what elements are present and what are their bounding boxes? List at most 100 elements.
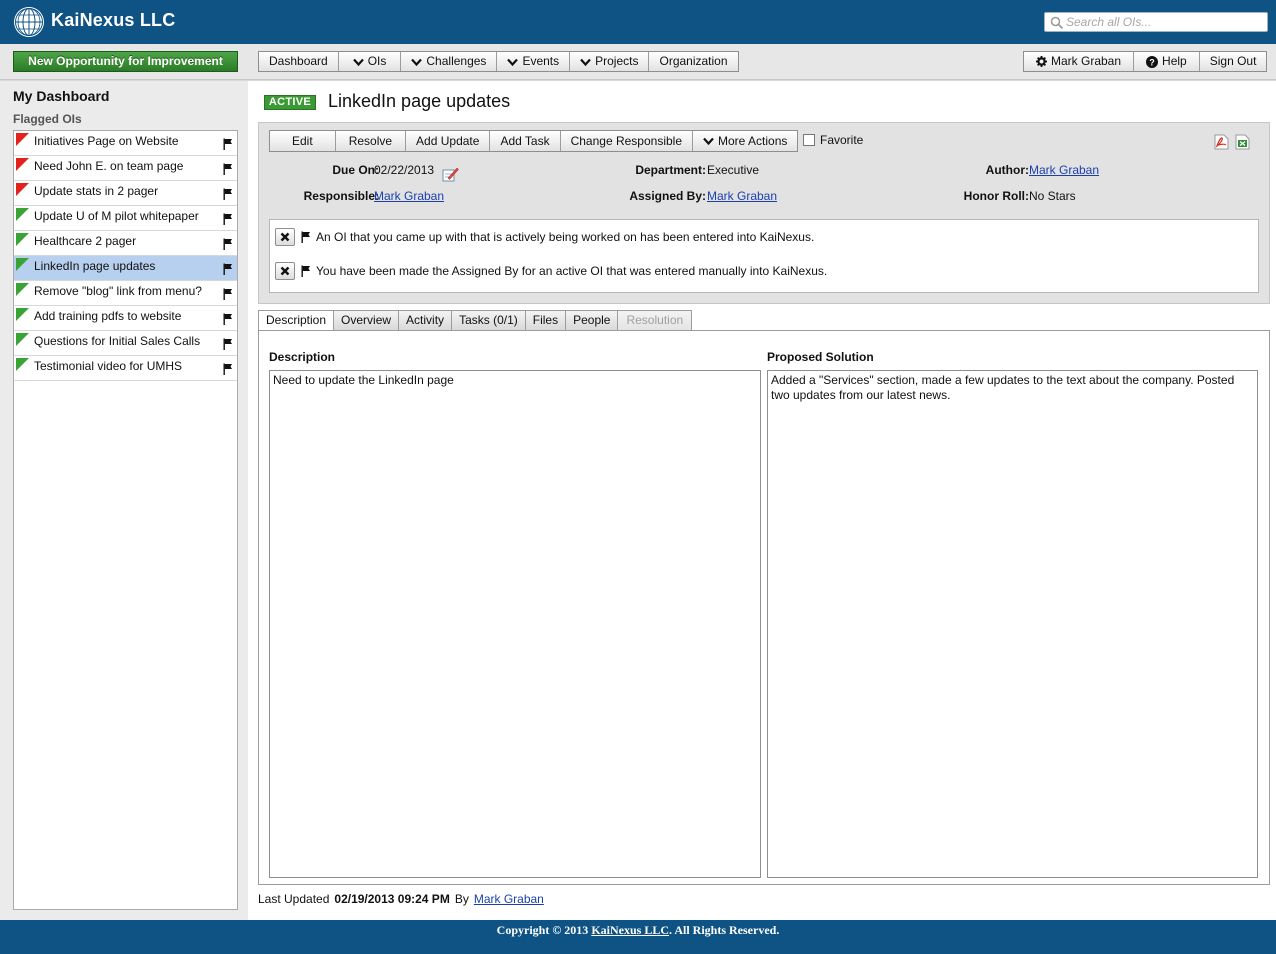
flag-icon[interactable]	[223, 263, 233, 275]
nav-bar: New Opportunity for Improvement Dashboar…	[0, 44, 1276, 80]
nav-dashboard[interactable]: Dashboard	[259, 52, 339, 71]
flagged-oi-item[interactable]: Update stats in 2 pager	[14, 181, 237, 206]
help-label: Help	[1162, 54, 1187, 68]
main-nav: Dashboard OIs Challenges Events Projects…	[258, 51, 739, 72]
updated-by-link[interactable]: Mark Graban	[474, 892, 544, 906]
tab-resolution: Resolution	[618, 310, 693, 331]
flagged-oi-item[interactable]: Testimonial video for UMHS	[14, 356, 237, 381]
tab-overview[interactable]: Overview	[334, 310, 400, 331]
oi-detail: ACTIVE LinkedIn page updates Edit Resolv…	[248, 81, 1276, 920]
nav-projects[interactable]: Projects	[570, 52, 650, 71]
detail-tabs: Description Overview Activity Tasks (0/1…	[258, 310, 693, 332]
honor-roll-label: Honor Roll:	[963, 189, 1029, 203]
flag-icon[interactable]	[223, 163, 233, 175]
dismiss-notification-button[interactable]	[275, 228, 295, 246]
flagged-oi-label: Need John E. on team page	[34, 159, 184, 173]
last-updated-timestamp: 02/19/2013 09:24 PM	[334, 892, 450, 906]
favorite-checkbox[interactable]	[803, 134, 815, 146]
flag-icon[interactable]	[223, 313, 233, 325]
edit-button[interactable]: Edit	[270, 131, 336, 151]
tab-activity[interactable]: Activity	[399, 310, 453, 331]
help-button[interactable]: ? Help	[1134, 52, 1200, 71]
flagged-oi-item[interactable]: Need John E. on team page	[14, 156, 237, 181]
copyright-text: Copyright © 2013	[496, 923, 589, 937]
flagged-oi-item[interactable]: Remove "blog" link from menu?	[14, 281, 237, 306]
brand-name: KaiNexus LLC	[51, 10, 176, 30]
chevron-down-icon	[580, 58, 591, 66]
flag-icon[interactable]	[223, 213, 233, 225]
new-oi-button[interactable]: New Opportunity for Improvement	[13, 51, 238, 72]
flagged-oi-item[interactable]: Initiatives Page on Website	[14, 131, 237, 156]
nav-ois[interactable]: OIs	[339, 52, 402, 71]
flagged-oi-item[interactable]: Add training pdfs to website	[14, 306, 237, 331]
flag-icon[interactable]	[223, 188, 233, 200]
add-task-button[interactable]: Add Task	[490, 131, 561, 151]
more-actions-button[interactable]: More Actions	[693, 131, 797, 151]
help-icon: ?	[1146, 55, 1159, 68]
flagged-oi-label: Healthcare 2 pager	[34, 234, 137, 248]
excel-export-icon[interactable]	[1235, 134, 1250, 150]
resolve-button[interactable]: Resolve	[336, 131, 407, 151]
user-name-label: Mark Graban	[1051, 54, 1122, 68]
add-update-button[interactable]: Add Update	[406, 131, 491, 151]
dismiss-notification-button[interactable]	[275, 262, 295, 280]
flag-icon[interactable]	[223, 138, 233, 150]
flagged-oi-item[interactable]: Questions for Initial Sales Calls	[14, 331, 237, 356]
add-update-label: Add Update	[416, 134, 480, 148]
flagged-oi-label: Add training pdfs to website	[34, 309, 182, 323]
tab-files[interactable]: Files	[525, 310, 567, 331]
status-green-icon	[16, 208, 29, 221]
svg-text:?: ?	[1149, 57, 1155, 67]
notification-item: An OI that you came up with that is acti…	[275, 226, 814, 248]
sidebar-subtitle: Flagged OIs	[13, 112, 82, 126]
assigned-by-link[interactable]: Mark Graban	[707, 189, 777, 203]
tab-tasks[interactable]: Tasks (0/1)	[452, 310, 526, 331]
responsible-label: Responsible:	[303, 189, 379, 203]
flagged-oi-label: Testimonial video for UMHS	[34, 359, 183, 373]
status-red-icon	[16, 133, 29, 146]
flag-icon[interactable]	[223, 338, 233, 350]
user-menu-button[interactable]: Mark Graban	[1024, 52, 1135, 71]
flag-icon[interactable]	[223, 363, 233, 375]
pdf-export-icon[interactable]	[1214, 134, 1229, 150]
tab-description[interactable]: Description	[258, 310, 335, 332]
author-label: Author:	[985, 163, 1029, 177]
search-box[interactable]	[1044, 12, 1268, 32]
responsible-link[interactable]: Mark Graban	[374, 189, 444, 203]
oi-summary-panel: Edit Resolve Add Update Add Task Change …	[258, 122, 1270, 304]
nav-events[interactable]: Events	[497, 52, 571, 71]
author-link[interactable]: Mark Graban	[1029, 163, 1099, 177]
chevron-down-icon	[507, 58, 519, 66]
company-link[interactable]: KaiNexus LLC	[591, 923, 669, 937]
description-heading: Description	[269, 350, 336, 364]
edit-date-icon[interactable]	[442, 166, 459, 182]
status-red-icon	[16, 183, 29, 196]
sign-out-button[interactable]: Sign Out	[1200, 52, 1267, 71]
search-input[interactable]	[1066, 14, 1264, 30]
status-green-icon	[16, 283, 29, 296]
change-responsible-button[interactable]: Change Responsible	[561, 131, 694, 151]
flagged-oi-item[interactable]: Update U of M pilot whitepaper	[14, 206, 237, 231]
honor-roll-value: No Stars	[1029, 189, 1076, 203]
notification-item: You have been made the Assigned By for a…	[275, 260, 827, 282]
flag-icon[interactable]	[223, 288, 233, 300]
flag-icon[interactable]	[223, 238, 233, 250]
department-value: Executive	[707, 163, 760, 177]
favorite-toggle[interactable]: Favorite	[803, 133, 863, 147]
department-label: Department:	[635, 163, 706, 177]
tab-people[interactable]: People	[566, 310, 619, 331]
nav-organization[interactable]: Organization	[649, 52, 737, 71]
nav-projects-label: Projects	[595, 54, 639, 68]
proposed-solution-heading: Proposed Solution	[767, 350, 874, 364]
flagged-oi-label: Initiatives Page on Website	[34, 134, 179, 148]
assigned-by-label: Assigned By:	[629, 189, 706, 203]
notification-text: You have been made the Assigned By for a…	[316, 264, 828, 278]
close-icon	[280, 232, 290, 242]
flagged-oi-item[interactable]: LinkedIn page updates	[14, 256, 237, 281]
nav-challenges[interactable]: Challenges	[401, 52, 498, 71]
status-badge: ACTIVE	[264, 95, 316, 110]
flagged-oi-item[interactable]: Healthcare 2 pager	[14, 231, 237, 256]
copyright-suffix: . All Rights Reserved.	[669, 923, 780, 937]
action-toolbar: Edit Resolve Add Update Add Task Change …	[269, 130, 799, 152]
add-task-label: Add Task	[500, 134, 550, 148]
